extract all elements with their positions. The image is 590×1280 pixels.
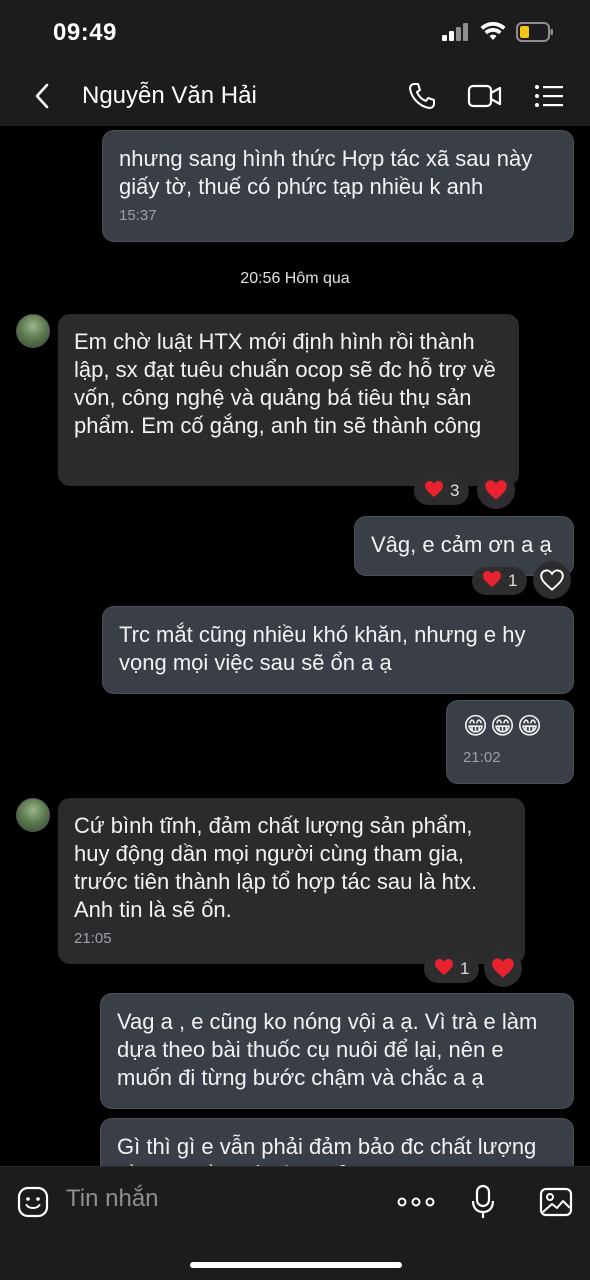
emoji-picker-button[interactable] (16, 1182, 50, 1222)
back-button[interactable] (24, 78, 60, 114)
chat-header: Nguyễn Văn Hải (0, 66, 590, 126)
home-area (0, 1236, 590, 1280)
reaction-summary[interactable]: 3 (414, 477, 470, 505)
gallery-button[interactable] (538, 1182, 574, 1222)
more-horizontal-icon (397, 1197, 435, 1207)
heart-icon (424, 480, 444, 503)
video-call-button[interactable] (466, 78, 504, 114)
date-separator: 20:56 Hôm qua (240, 270, 350, 287)
battery-icon (516, 22, 554, 47)
message-input-bar: Tin nhắn (0, 1166, 590, 1236)
cellular-signal-icon (442, 23, 470, 46)
emoji-text: 😁😁😁 (463, 713, 545, 740)
message-bubble-outgoing[interactable]: Vag a , e cũng ko nóng vội a ạ. Vì trà e… (100, 993, 574, 1109)
message-bubble-outgoing[interactable]: nhưng sang hình thức Hợp tác xã sau này … (102, 130, 574, 242)
message-text: Gì thì gì e vẫn phải đảm bảo đc chất lượ… (117, 1134, 537, 1166)
avatar[interactable] (16, 314, 50, 348)
heart-icon (492, 958, 514, 978)
heart-icon (482, 570, 502, 593)
reaction-summary[interactable]: 1 (472, 567, 528, 595)
sticker-emoji-icon (17, 1186, 49, 1218)
react-button[interactable] (484, 949, 522, 987)
reaction-count: 1 (460, 959, 470, 978)
list-menu-icon (535, 85, 563, 107)
reaction-count: 1 (508, 571, 518, 590)
message-list[interactable]: nhưng sang hình thức Hợp tác xã sau này … (0, 126, 590, 1166)
message-bubble-incoming[interactable]: Cứ bình tĩnh, đảm chất lượng sản phẩm, h… (58, 798, 525, 964)
avatar[interactable] (16, 798, 50, 832)
status-icons (442, 21, 554, 47)
message-text: Vâg, e cảm ơn a ạ (371, 532, 552, 557)
wifi-icon (480, 21, 506, 47)
message-text: Vag a , e cũng ko nóng vội a ạ. Vì trà e… (117, 1009, 538, 1090)
message-text: Cứ bình tĩnh, đảm chất lượng sản phẩm, h… (74, 813, 478, 922)
message-bubble-outgoing[interactable]: 😁😁😁 21:02 (446, 700, 574, 784)
contact-name[interactable]: Nguyễn Văn Hải (82, 82, 257, 110)
react-button[interactable] (533, 561, 571, 599)
home-indicator[interactable] (190, 1262, 402, 1268)
message-input[interactable]: Tin nhắn (66, 1185, 159, 1213)
message-bubble-outgoing[interactable]: Gì thì gì e vẫn phải đảm bảo đc chất lượ… (100, 1118, 574, 1166)
message-time: 15:37 (119, 207, 157, 224)
phone-icon (409, 83, 435, 109)
reaction-summary[interactable]: 1 (424, 955, 480, 983)
message-bubble-incoming[interactable]: Em chờ luật HTX mới định hình rồi thành … (58, 314, 519, 486)
status-time: 09:49 (53, 19, 117, 46)
menu-button[interactable] (532, 78, 566, 114)
more-options-button[interactable] (396, 1182, 436, 1222)
heart-icon (434, 958, 454, 981)
image-icon (539, 1187, 573, 1217)
message-bubble-outgoing[interactable]: Trc mắt cũng nhiều khó khăn, nhưng e hy … (102, 606, 574, 694)
message-text: nhưng sang hình thức Hợp tác xã sau này … (119, 146, 533, 199)
react-button[interactable] (477, 471, 515, 509)
call-button[interactable] (404, 78, 440, 114)
message-text: Trc mắt cũng nhiều khó khăn, nhưng e hy … (119, 622, 526, 675)
message-time: 21:05 (74, 930, 112, 947)
chevron-left-icon (35, 83, 49, 109)
reaction-count: 3 (450, 481, 460, 500)
heart-icon (485, 480, 507, 500)
video-camera-icon (467, 84, 502, 108)
voice-message-button[interactable] (468, 1182, 498, 1222)
message-time: 21:02 (463, 749, 501, 766)
message-text: Em chờ luật HTX mới định hình rồi thành … (74, 329, 496, 438)
status-bar: 09:49 (0, 0, 590, 66)
heart-outline-icon (540, 569, 564, 591)
microphone-icon (471, 1184, 495, 1218)
